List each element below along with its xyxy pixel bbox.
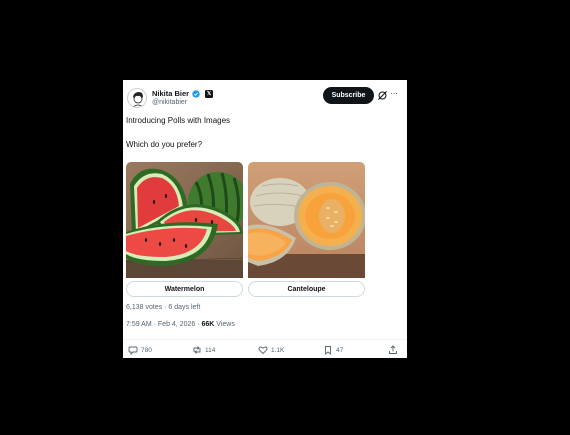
like-icon [258, 346, 268, 355]
post-text-line1: Introducing Polls with Images [126, 116, 231, 125]
poll-summary: 6,138 votes · 6 days left [126, 304, 201, 311]
more-icon[interactable]: ··· [390, 88, 398, 98]
bookmark-count: 47 [336, 346, 344, 354]
avatar[interactable] [127, 88, 147, 108]
subscribe-button[interactable]: Subscribe [323, 87, 374, 104]
share-icon [389, 345, 397, 354]
author-name[interactable]: Nikita Bier [152, 89, 189, 98]
verified-icon [192, 89, 200, 98]
poll-option-image-canteloupe[interactable] [248, 162, 365, 278]
post-meta: 7:59 AM · Feb 4, 2026 · 66K Views [126, 321, 235, 328]
bookmark-icon [325, 346, 331, 355]
repost-icon [193, 346, 201, 354]
poll-option-image-watermelon[interactable] [126, 162, 243, 278]
bookmark-button[interactable]: 47 [323, 345, 343, 355]
post-timestamp[interactable]: 7:59 AM · Feb 4, 2026 · [126, 321, 202, 328]
like-count: 1.1K [271, 346, 285, 354]
share-button[interactable] [388, 345, 398, 355]
reply-count: 780 [141, 346, 152, 354]
views-count: 66K [201, 321, 215, 328]
post-text-line2: Which do you prefer? [126, 140, 203, 149]
author-row: Nikita Bier 𝕏 [152, 89, 214, 98]
poll-option-watermelon-button[interactable]: Watermelon [126, 281, 243, 297]
reply-button[interactable]: 780 [128, 345, 152, 355]
reply-icon [128, 346, 138, 355]
post-card: Nikita Bier 𝕏 @nikitabier Subscribe ··· … [123, 80, 407, 358]
x-affiliate-icon: 𝕏 [205, 89, 214, 98]
views-label: Views [214, 321, 235, 328]
divider [123, 339, 407, 340]
author-handle[interactable]: @nikitabier [152, 99, 187, 106]
repost-count: 114 [205, 346, 216, 354]
poll-option-canteloupe-button[interactable]: Canteloupe [248, 281, 365, 297]
grok-icon[interactable] [377, 90, 388, 101]
repost-button[interactable]: 114 [192, 345, 215, 355]
like-button[interactable]: 1.1K [258, 345, 284, 355]
